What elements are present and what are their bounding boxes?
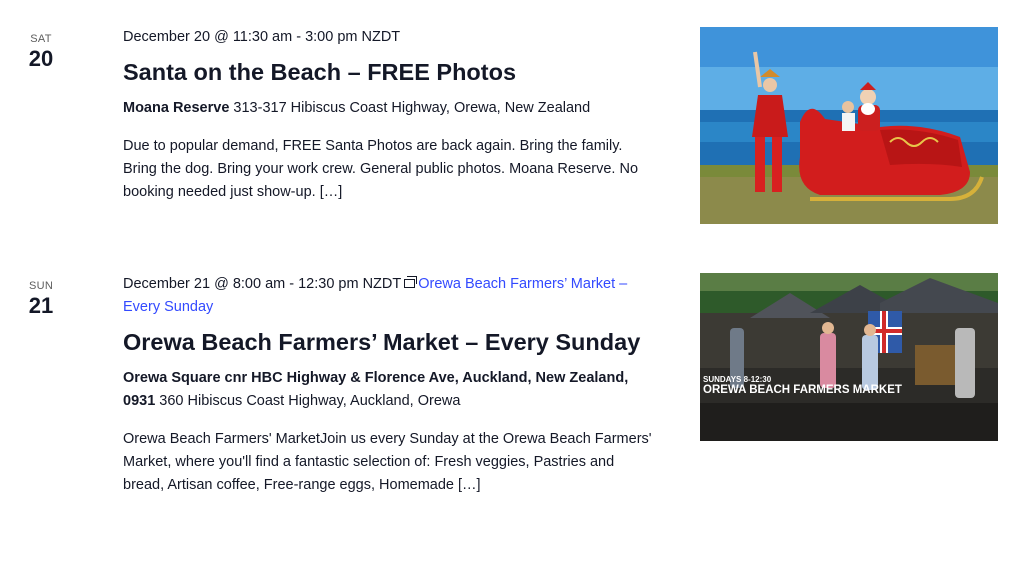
event-image-santa[interactable] xyxy=(700,27,998,224)
event-row: SUN 21 December 21 @ 8:00 am - 12:30 pm … xyxy=(0,250,1024,562)
event-date-tag: SAT 20 xyxy=(20,33,62,71)
event-description: Due to popular demand, FREE Santa Photos… xyxy=(123,138,639,200)
farmers-market-photo: SUNDAYS 8-12:30 OREWA BEACH FARMERS MARK… xyxy=(700,273,998,441)
event-title[interactable]: Orewa Beach Farmers’ Market – Every Sund… xyxy=(123,325,658,359)
event-day-of-week: SAT xyxy=(30,33,52,45)
event-datetime-line: December 21 @ 8:00 am - 12:30 pm NZDT Ore… xyxy=(123,273,658,319)
event-details: December 21 @ 8:00 am - 12:30 pm NZDT Ore… xyxy=(123,273,658,497)
event-day-number: 20 xyxy=(28,46,54,71)
recurring-series-icon xyxy=(404,276,418,288)
santa-beach-photo xyxy=(700,27,998,224)
event-day-of-week: SUN xyxy=(28,280,54,292)
event-venue: Orewa Square cnr HBC Highway & Florence … xyxy=(123,367,658,413)
event-title[interactable]: Santa on the Beach – FREE Photos xyxy=(123,55,658,89)
event-date-tag: SUN 21 xyxy=(20,280,62,318)
event-datetime: December 21 @ 8:00 am - 12:30 pm NZDT xyxy=(123,276,402,292)
event-venue-name: Moana Reserve xyxy=(123,100,230,116)
event-venue-address: 313-317 Hibiscus Coast Highway, Orewa, N… xyxy=(229,100,591,116)
market-image-schedule: SUNDAYS 8-12:30 xyxy=(703,375,772,384)
event-day-number: 21 xyxy=(28,293,54,318)
market-image-title: OREWA BEACH FARMERS MARKET xyxy=(703,384,902,396)
event-venue-address: 360 Hibiscus Coast Highway, Auckland, Or… xyxy=(155,393,461,409)
event-description: Orewa Beach Farmers' MarketJoin us every… xyxy=(123,431,652,493)
event-row: SAT 20 December 20 @ 11:30 am - 3:00 pm … xyxy=(0,0,1024,250)
event-details: December 20 @ 11:30 am - 3:00 pm NZDT Sa… xyxy=(123,26,658,204)
event-venue: Moana Reserve 313-317 Hibiscus Coast Hig… xyxy=(123,97,658,120)
event-image-market[interactable]: SUNDAYS 8-12:30 OREWA BEACH FARMERS MARK… xyxy=(700,273,998,441)
event-datetime: December 20 @ 11:30 am - 3:00 pm NZDT xyxy=(123,29,401,45)
